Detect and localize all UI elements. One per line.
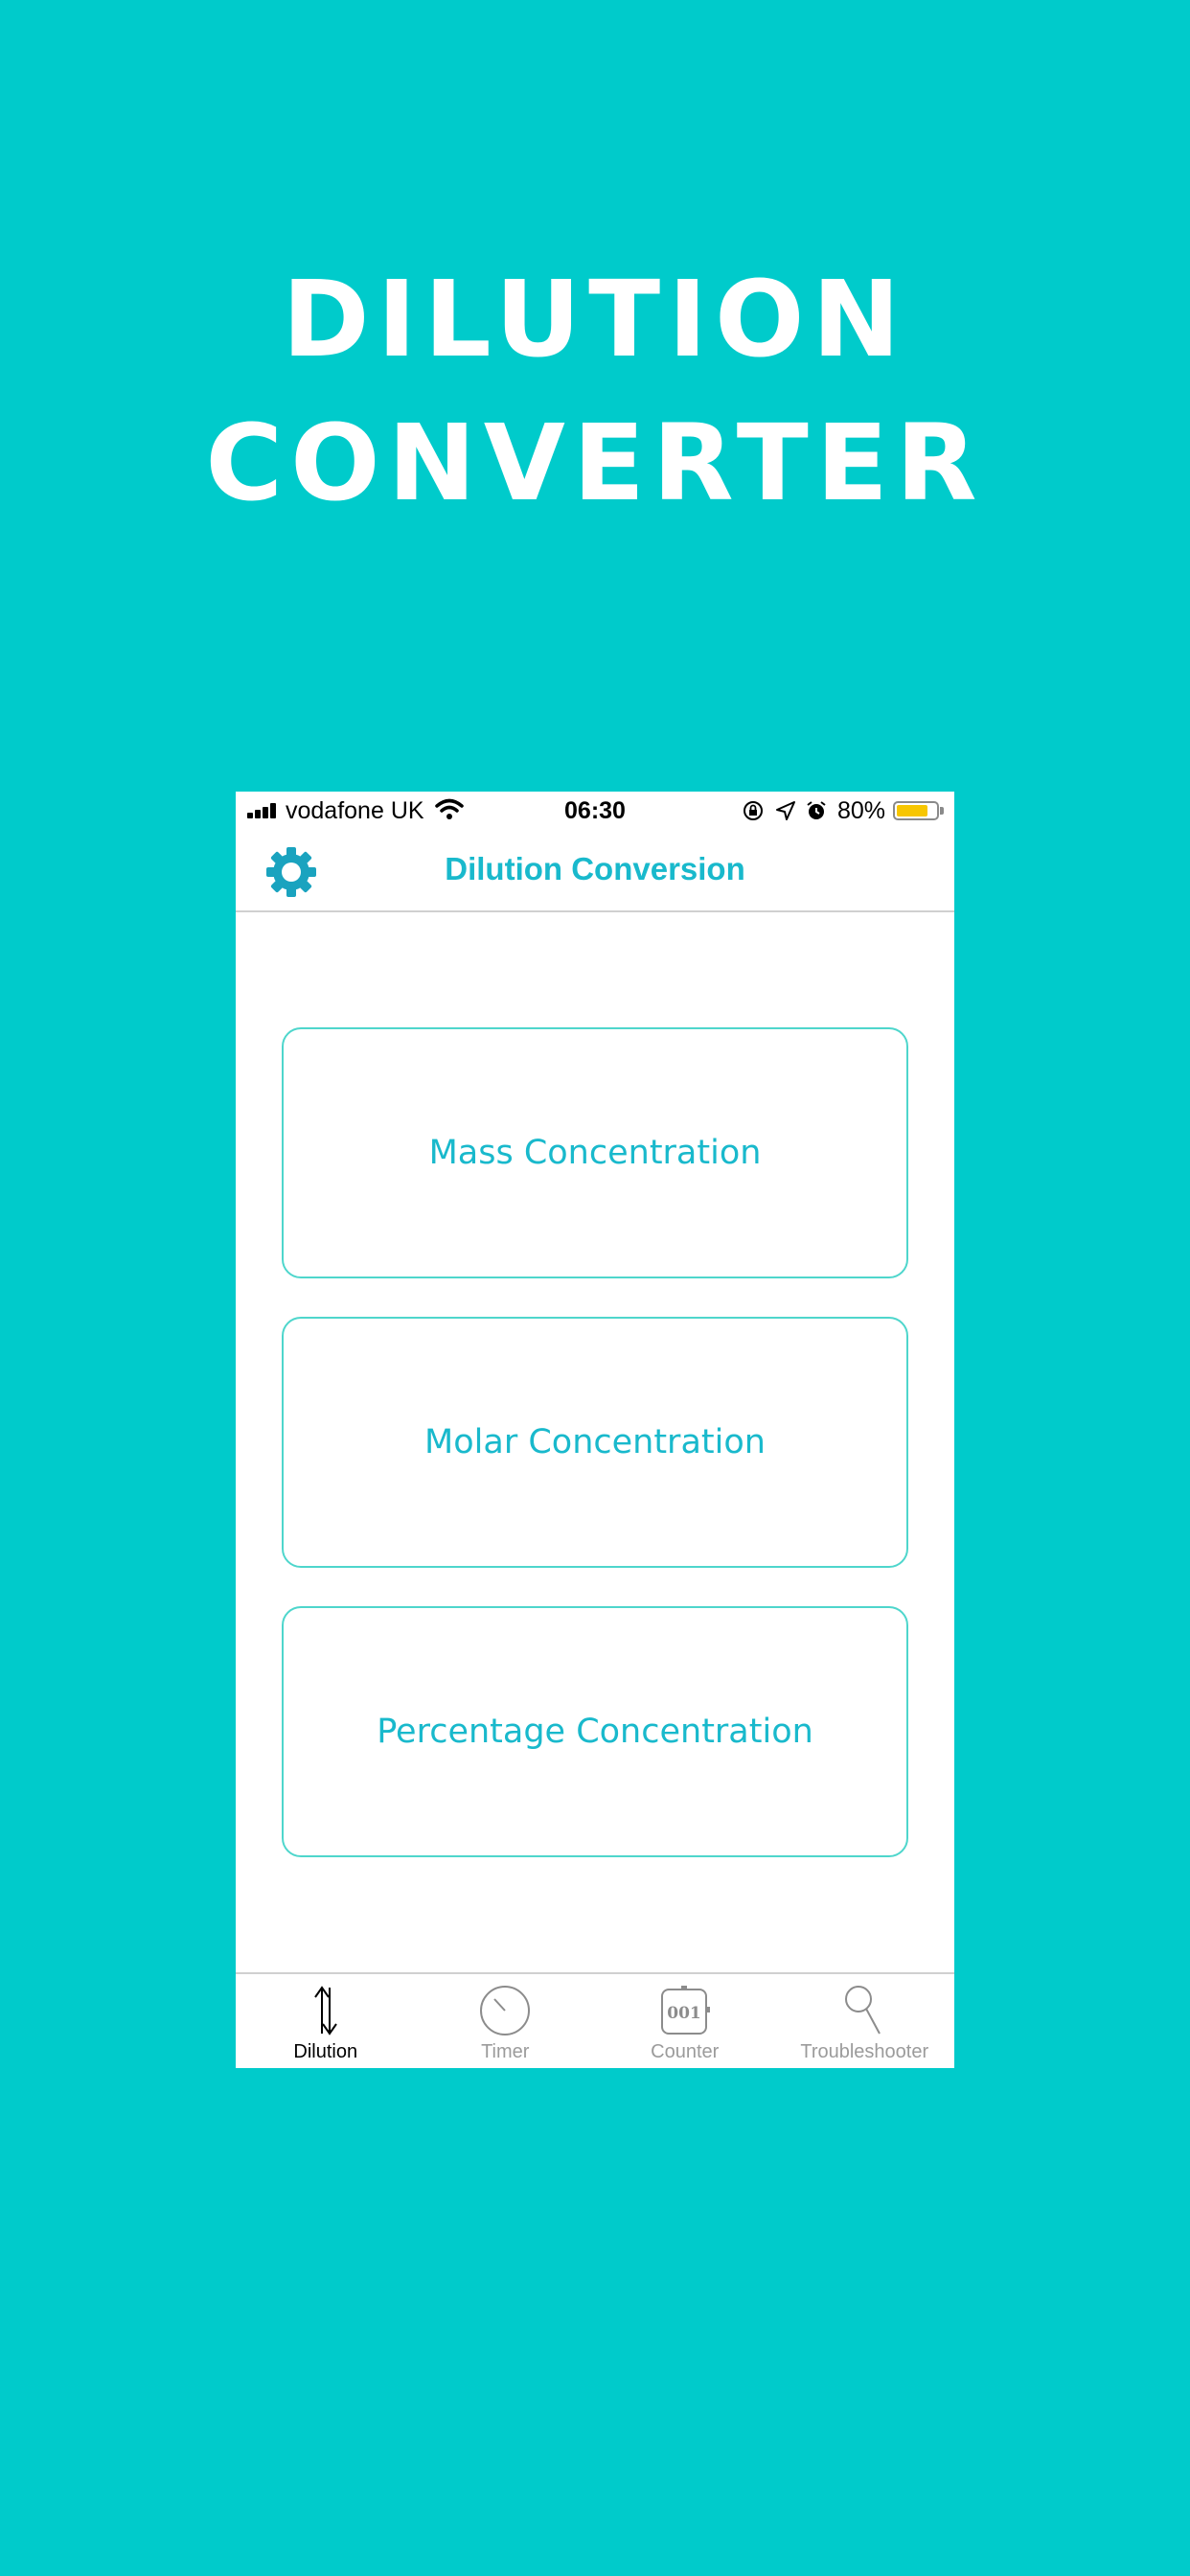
- battery-level-fill: [897, 805, 927, 816]
- nav-title: Dilution Conversion: [445, 851, 745, 886]
- molar-concentration-label: Molar Concentration: [424, 1423, 766, 1461]
- mass-concentration-button[interactable]: Mass Concentration: [282, 1027, 908, 1278]
- tab-troubleshooter[interactable]: Troubleshooter: [775, 1974, 955, 2068]
- mass-concentration-label: Mass Concentration: [428, 1134, 762, 1172]
- navigation-bar: Dilution Conversion: [236, 830, 954, 912]
- up-down-arrows-icon: [313, 1986, 337, 2036]
- promo-title-line2: CONVERTER: [205, 402, 985, 524]
- tab-timer[interactable]: Timer: [416, 1974, 596, 2068]
- battery-percent: 80%: [837, 797, 886, 824]
- molar-concentration-button[interactable]: Molar Concentration: [282, 1317, 908, 1568]
- status-bar: vodafone UK 06:30 80%: [236, 792, 954, 830]
- timer-icon: [480, 1986, 531, 2036]
- percentage-concentration-button[interactable]: Percentage Concentration: [282, 1606, 908, 1857]
- alarm-icon: [807, 801, 826, 819]
- phone-screen: vodafone UK 06:30 80% Dilution Conversio…: [236, 792, 954, 2068]
- promo-title-line1: DILUTION: [282, 258, 908, 380]
- tab-timer-label: Timer: [481, 2041, 530, 2062]
- tab-troubleshooter-label: Troubleshooter: [800, 2041, 929, 2062]
- counter-icon: 001: [660, 1986, 710, 2035]
- tab-dilution-label: Dilution: [293, 2041, 358, 2062]
- tab-dilution[interactable]: Dilution: [236, 1974, 416, 2068]
- magnifier-icon: [845, 1986, 881, 2035]
- tab-counter-label: Counter: [651, 2041, 720, 2062]
- tab-bar: Dilution Timer 001 Counter Troubleshoote…: [236, 1972, 954, 2068]
- percentage-concentration-label: Percentage Concentration: [377, 1713, 813, 1751]
- battery-icon: [893, 801, 939, 820]
- svg-text:001: 001: [667, 2004, 701, 2023]
- battery-tip: [940, 807, 944, 815]
- promo-title: DILUTION CONVERTER: [0, 247, 1190, 535]
- orientation-lock-icon: [744, 801, 763, 820]
- tab-counter[interactable]: 001 Counter: [595, 1974, 775, 2068]
- location-icon: [776, 801, 795, 820]
